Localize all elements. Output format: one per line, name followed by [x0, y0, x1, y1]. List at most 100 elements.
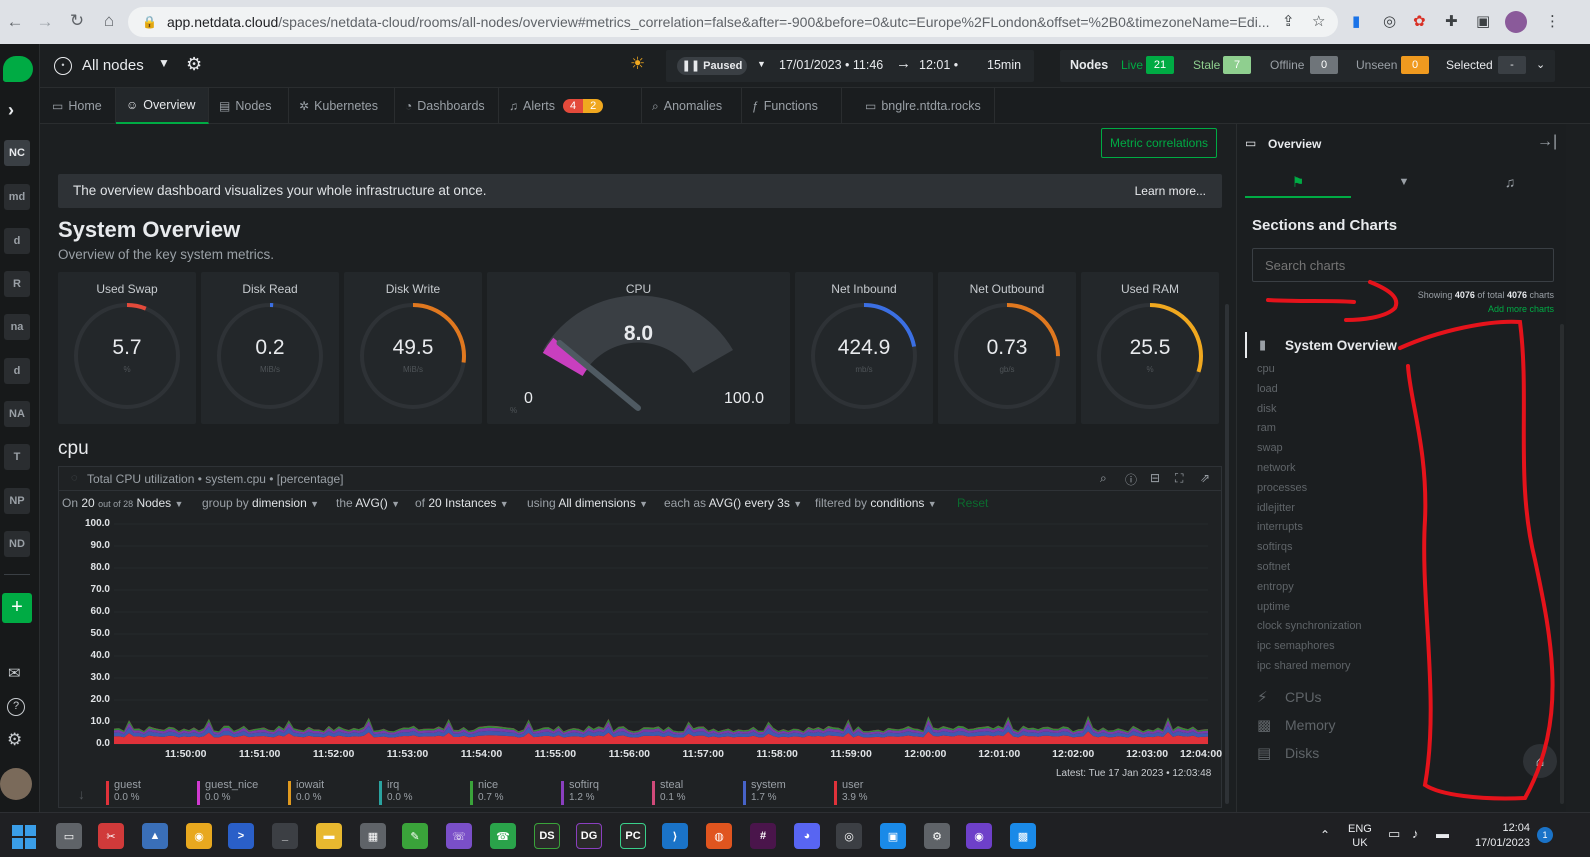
- legend-item-steal[interactable]: steal 0.1 %: [652, 779, 686, 805]
- notifications-icon[interactable]: ✉: [8, 664, 21, 682]
- reload-icon[interactable]: ↻: [62, 11, 92, 31]
- offline-count-badge[interactable]: 0: [1310, 56, 1338, 74]
- back-icon[interactable]: ←: [0, 12, 30, 32]
- battery-icon[interactable]: ▬: [1436, 826, 1449, 841]
- main-scrollbar[interactable]: [1225, 304, 1229, 804]
- time-range-start[interactable]: 17/01/2023 • 11:46: [779, 58, 883, 72]
- docker-icon[interactable]: ▩: [1010, 823, 1036, 849]
- sidebar-item-idlejitter[interactable]: idlejitter: [1257, 502, 1295, 514]
- netdata-logo[interactable]: [3, 56, 33, 82]
- vscode-icon[interactable]: ⟩: [662, 823, 688, 849]
- legend-item-user[interactable]: user 3.9 %: [834, 779, 868, 805]
- sidebar-item-processes[interactable]: processes: [1257, 482, 1307, 494]
- room-name[interactable]: All nodes: [82, 57, 144, 74]
- menu-icon[interactable]: ⋮: [1545, 12, 1560, 30]
- viber-icon[interactable]: ☏: [446, 823, 472, 849]
- filter-control[interactable]: filtered by conditions ▼: [815, 496, 937, 510]
- language-indicator[interactable]: ENG UK: [1348, 822, 1372, 850]
- sidebar-item-softirqs[interactable]: softirqs: [1257, 541, 1292, 553]
- tab-kubernetes[interactable]: ✲ Kubernetes: [289, 88, 395, 124]
- space-t[interactable]: T: [4, 444, 30, 470]
- sidebar-group-disks[interactable]: Disks: [1285, 745, 1319, 761]
- metric-correlations-button[interactable]: Metric correlations: [1101, 128, 1217, 158]
- time-aggregation-control[interactable]: each as AVG() every 3s ▼: [664, 496, 802, 510]
- fullscreen-icon[interactable]: ⛶: [1175, 471, 1183, 486]
- sidebar-group-memory[interactable]: Memory: [1285, 717, 1336, 733]
- space-d2[interactable]: d: [4, 358, 30, 384]
- cpu-area-chart[interactable]: [40, 514, 1230, 764]
- tab-functions[interactable]: ƒ Functions: [742, 88, 842, 124]
- tab-home[interactable]: ▭ Home: [42, 88, 116, 124]
- sidebar-item-network[interactable]: network: [1257, 462, 1296, 474]
- task-view-icon[interactable]: ▭: [56, 823, 82, 849]
- address-bar[interactable]: 🔒 app.netdata.cloud/spaces/netdata-cloud…: [128, 7, 1338, 37]
- sidebar-item-ipc-semaphores[interactable]: ipc semaphores: [1257, 640, 1335, 652]
- tab-nodes[interactable]: ▤ Nodes: [209, 88, 289, 124]
- settings-icon[interactable]: ⚙: [924, 823, 950, 849]
- gauge-cpu[interactable]: CPU 8.0 0 % 100.0: [487, 272, 790, 424]
- instances-control[interactable]: of 20 Instances ▼: [415, 496, 509, 510]
- sidebar-item-softnet[interactable]: softnet: [1257, 561, 1290, 573]
- group-by-control[interactable]: group by dimension ▼: [202, 496, 319, 510]
- clock[interactable]: 12:04 17/01/2023: [1470, 821, 1530, 851]
- gauge-net-outbound[interactable]: Net Outbound 0.73 gb/s: [938, 272, 1076, 424]
- search-charts-input[interactable]: [1252, 248, 1554, 282]
- aggregation-control[interactable]: the AVG() ▼: [336, 496, 400, 510]
- dimensions-control[interactable]: using All dimensions ▼: [527, 496, 648, 510]
- sidebar-item-ipc-shared-memory[interactable]: ipc shared memory: [1257, 660, 1351, 672]
- gauge-disk-read[interactable]: Disk Read 0.2 MiB/s: [201, 272, 339, 424]
- tab-node-bnglre[interactable]: ▭ bnglre.ntdta.rocks: [855, 88, 995, 124]
- legend-item-system[interactable]: system 1.7 %: [743, 779, 786, 805]
- space-np[interactable]: NP: [4, 488, 30, 514]
- sidebar-group-system-overview[interactable]: System Overview: [1285, 338, 1397, 353]
- volume-icon[interactable]: ♪: [1412, 826, 1419, 841]
- file-explorer-icon[interactable]: ▬: [316, 823, 342, 849]
- user-avatar[interactable]: [0, 768, 32, 800]
- whatsapp-icon[interactable]: ☎: [490, 823, 516, 849]
- snipping-tool-icon[interactable]: ✂: [98, 823, 124, 849]
- tray-chevron-up-icon[interactable]: ⌃: [1320, 828, 1330, 842]
- forward-icon[interactable]: →: [30, 12, 60, 32]
- extension-icon[interactable]: ✿: [1413, 12, 1426, 30]
- extension-icon[interactable]: ◎: [1383, 12, 1396, 30]
- gauge-used-swap[interactable]: Used Swap 5.7 %: [58, 272, 196, 424]
- sidebar-item-interrupts[interactable]: interrupts: [1257, 521, 1303, 533]
- bookmark-star-icon[interactable]: ☆: [1312, 12, 1325, 30]
- stale-count-badge[interactable]: 7: [1223, 56, 1251, 74]
- space-r[interactable]: R: [4, 271, 30, 297]
- link-icon[interactable]: ⇗: [1200, 471, 1210, 485]
- room-dropdown-icon[interactable]: ▼: [158, 56, 170, 70]
- sidebar-tab-alerts[interactable]: ♫: [1457, 168, 1563, 198]
- sidebar-item-entropy[interactable]: entropy: [1257, 581, 1294, 593]
- tab-dashboards[interactable]: ◔ Dashboards: [395, 88, 499, 124]
- paused-badge[interactable]: ❚❚ Paused: [677, 57, 747, 75]
- store-icon[interactable]: ▣: [880, 823, 906, 849]
- zoom-icon[interactable]: ⌕: [1100, 471, 1107, 486]
- sidebar-item-cpu[interactable]: cpu: [1257, 363, 1275, 375]
- add-more-charts-link[interactable]: Add more charts: [1488, 304, 1554, 314]
- network-icon[interactable]: ▭: [1388, 826, 1400, 842]
- windows-start-icon[interactable]: [12, 825, 36, 849]
- chevron-down-icon[interactable]: ⌄: [1536, 58, 1545, 71]
- notification-center-icon[interactable]: 1: [1537, 827, 1553, 843]
- add-space-button[interactable]: +: [2, 593, 32, 623]
- space-na2[interactable]: NA: [4, 401, 30, 427]
- play-dropdown-icon[interactable]: ▼: [757, 59, 766, 69]
- notepad-icon[interactable]: ✎: [402, 823, 428, 849]
- terminal-icon[interactable]: _: [272, 823, 298, 849]
- sidebar-tab-filter[interactable]: ▼: [1351, 168, 1457, 198]
- calculator-icon[interactable]: ▦: [360, 823, 386, 849]
- space-na[interactable]: na: [4, 314, 30, 340]
- share-icon[interactable]: ⇪: [1282, 12, 1295, 30]
- puzzle-icon[interactable]: ✚: [1445, 12, 1458, 30]
- room-settings-icon[interactable]: ⚙: [186, 54, 202, 75]
- sidebar-item-uptime[interactable]: uptime: [1257, 601, 1290, 613]
- expand-chevron-icon[interactable]: ›: [8, 100, 14, 121]
- info-icon[interactable]: ⓘ: [1125, 471, 1137, 488]
- time-range-end[interactable]: 12:01 •: [919, 58, 958, 72]
- home-icon[interactable]: ⌂: [94, 11, 124, 31]
- tab-alerts[interactable]: ♫ Alerts 42: [499, 88, 642, 124]
- tab-anomalies[interactable]: ⌕ Anomalies: [642, 88, 742, 124]
- space-nd[interactable]: ND: [4, 531, 30, 557]
- pycharm-icon[interactable]: PC: [620, 823, 646, 849]
